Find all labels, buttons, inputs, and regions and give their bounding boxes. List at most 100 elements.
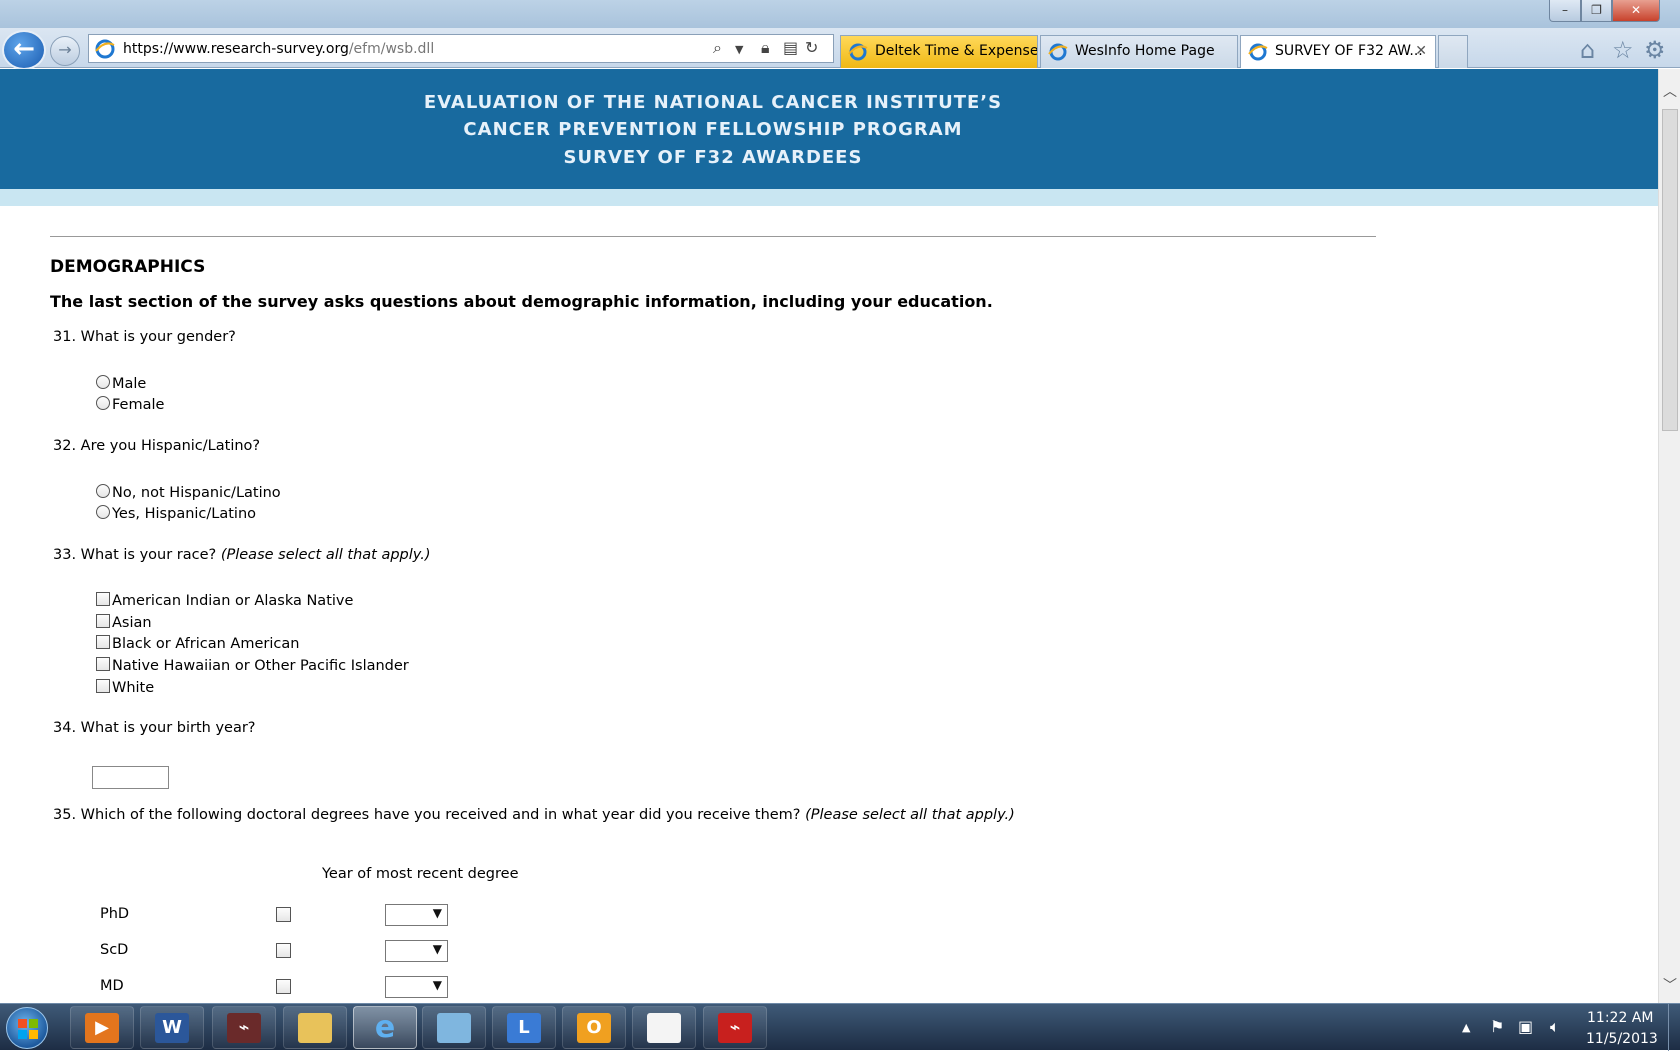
taskbar-outlook[interactable]: O	[562, 1006, 626, 1049]
option-female[interactable]: Female	[96, 396, 164, 416]
degree-checkbox-md[interactable]	[276, 979, 291, 994]
notepad-icon	[437, 1013, 471, 1043]
refresh-icon[interactable]: ↻	[805, 38, 818, 57]
compatibility-view-icon[interactable]: ▤	[783, 38, 798, 57]
taskbar-lync[interactable]: L	[492, 1006, 556, 1049]
ie-icon: e	[374, 1010, 396, 1045]
degree-checkbox-scd[interactable]	[276, 943, 291, 958]
maximize-button[interactable]: ❐	[1581, 0, 1612, 22]
chevron-down-icon: ▼	[432, 906, 442, 920]
forward-button[interactable]: →	[50, 36, 80, 66]
vertical-scrollbar[interactable]: ︿ ﹀	[1658, 69, 1680, 1003]
tab-deltek[interactable]: Deltek Time & Expense...	[840, 35, 1038, 68]
checkbox[interactable]	[96, 657, 110, 671]
option-american-indian[interactable]: American Indian or Alaska Native	[96, 592, 353, 612]
page-viewport: EVALUATION OF THE NATIONAL CANCER INSTIT…	[0, 69, 1658, 1003]
action-center-flag-icon[interactable]: ⚑	[1490, 1017, 1504, 1036]
ie-tab-icon	[1248, 43, 1268, 61]
checkbox[interactable]	[96, 635, 110, 649]
clock-time[interactable]: 11:22 AM	[1587, 1010, 1653, 1026]
option-not-hispanic[interactable]: No, not Hispanic/Latino	[96, 484, 281, 504]
degree-year-select-phd[interactable]: ▼	[385, 904, 448, 926]
taskbar: ▶ W ⌁ e L O ⌁ ▲ ⚑ ▣ 🔈︎ 11:22 AM 11/5/201…	[0, 1003, 1680, 1051]
question-35: 35. Which of the following doctoral degr…	[53, 807, 1015, 823]
close-window-button[interactable]: ✕	[1612, 0, 1660, 22]
degree-label-phd: PhD	[100, 906, 130, 922]
ie-page-icon	[95, 39, 115, 59]
taskbar-word[interactable]: W	[140, 1006, 204, 1049]
degree-year-select-md[interactable]: ▼	[385, 976, 448, 998]
taskbar-notepad[interactable]	[422, 1006, 486, 1049]
minimize-button[interactable]: –	[1549, 0, 1581, 22]
option-hispanic[interactable]: Yes, Hispanic/Latino	[96, 505, 256, 525]
chevron-down-icon: ▼	[432, 942, 442, 956]
back-button[interactable]: ←	[2, 30, 46, 70]
volume-icon[interactable]: 🔈︎	[1550, 1017, 1560, 1037]
document-icon	[647, 1013, 681, 1043]
address-bar[interactable]: https://www.research-survey.org/efm/wsb.…	[88, 34, 834, 63]
acrobat-icon: ⌁	[227, 1013, 261, 1043]
option-asian[interactable]: Asian	[96, 614, 152, 634]
ie-tab-icon	[848, 43, 868, 61]
home-icon[interactable]: ⌂	[1580, 36, 1595, 64]
tab-survey-active[interactable]: SURVEY OF F32 AW... ✕	[1240, 35, 1436, 68]
settings-gear-icon[interactable]: ⚙	[1644, 36, 1666, 64]
radio-button[interactable]	[96, 484, 110, 498]
taskbar-adobe-reader[interactable]: ⌁	[703, 1006, 767, 1049]
search-icon[interactable]: ⌕	[713, 38, 722, 58]
tab-label: Deltek Time & Expense...	[875, 43, 1038, 59]
option-white[interactable]: White	[96, 679, 154, 699]
clock-date[interactable]: 11/5/2013	[1586, 1031, 1658, 1047]
dropdown-arrow-icon[interactable]: ▼	[735, 43, 743, 56]
windows-logo-icon	[18, 1019, 38, 1039]
header-line-2: CANCER PREVENTION FELLOWSHIP PROGRAM	[463, 119, 963, 140]
close-tab-icon[interactable]: ✕	[1415, 36, 1427, 66]
scroll-thumb[interactable]	[1662, 109, 1678, 431]
lock-icon[interactable]: 🔒︎	[761, 38, 770, 58]
year-column-header: Year of most recent degree	[322, 866, 519, 882]
tab-wesinfo[interactable]: WesInfo Home Page	[1040, 35, 1238, 68]
tab-label: SURVEY OF F32 AW...	[1275, 43, 1423, 59]
tab-label: WesInfo Home Page	[1075, 43, 1215, 59]
checkbox[interactable]	[96, 679, 110, 693]
taskbar-internet-explorer[interactable]: e	[353, 1006, 417, 1049]
show-hidden-icons-icon[interactable]: ▲	[1462, 1021, 1470, 1034]
question-34: 34. What is your birth year?	[53, 720, 256, 736]
degree-year-select-scd[interactable]: ▼	[385, 940, 448, 962]
favorites-star-icon[interactable]: ☆	[1612, 36, 1634, 64]
scroll-up-icon[interactable]: ︿	[1659, 81, 1680, 101]
radio-button[interactable]	[96, 396, 110, 410]
chevron-down-icon: ▼	[432, 978, 442, 992]
option-black[interactable]: Black or African American	[96, 635, 299, 655]
option-male[interactable]: Male	[96, 375, 146, 395]
new-tab-button[interactable]	[1438, 35, 1468, 68]
question-31: 31. What is your gender?	[53, 329, 236, 345]
folder-icon	[298, 1013, 332, 1043]
checkbox[interactable]	[96, 614, 110, 628]
question-32: 32. Are you Hispanic/Latino?	[53, 438, 261, 454]
option-native-hawaiian[interactable]: Native Hawaiian or Other Pacific Islande…	[96, 657, 409, 677]
checkbox[interactable]	[96, 592, 110, 606]
arrow-right-icon: →	[58, 40, 72, 59]
ie-tab-icon	[1048, 43, 1068, 61]
birth-year-input[interactable]	[92, 766, 169, 789]
taskbar-document[interactable]	[632, 1006, 696, 1049]
radio-button[interactable]	[96, 505, 110, 519]
divider	[50, 236, 1376, 237]
section-title: DEMOGRAPHICS	[50, 257, 206, 277]
taskbar-explorer[interactable]	[283, 1006, 347, 1049]
network-icon[interactable]: ▣	[1518, 1017, 1533, 1036]
header-line-3: SURVEY OF F32 AWARDEES	[563, 147, 863, 168]
degree-checkbox-phd[interactable]	[276, 907, 291, 922]
show-desktop-button[interactable]	[1668, 1004, 1680, 1051]
url-text[interactable]: https://www.research-survey.org/efm/wsb.…	[123, 41, 434, 57]
scroll-down-icon[interactable]: ﹀	[1659, 975, 1680, 995]
degree-label-md: MD	[100, 978, 124, 994]
taskbar-media-player[interactable]: ▶	[70, 1006, 134, 1049]
taskbar-acrobat[interactable]: ⌁	[212, 1006, 276, 1049]
start-button[interactable]	[6, 1007, 48, 1049]
radio-button[interactable]	[96, 375, 110, 389]
survey-header: EVALUATION OF THE NATIONAL CANCER INSTIT…	[0, 69, 1658, 189]
header-subband	[0, 189, 1658, 206]
section-intro: The last section of the survey asks ques…	[50, 292, 993, 311]
